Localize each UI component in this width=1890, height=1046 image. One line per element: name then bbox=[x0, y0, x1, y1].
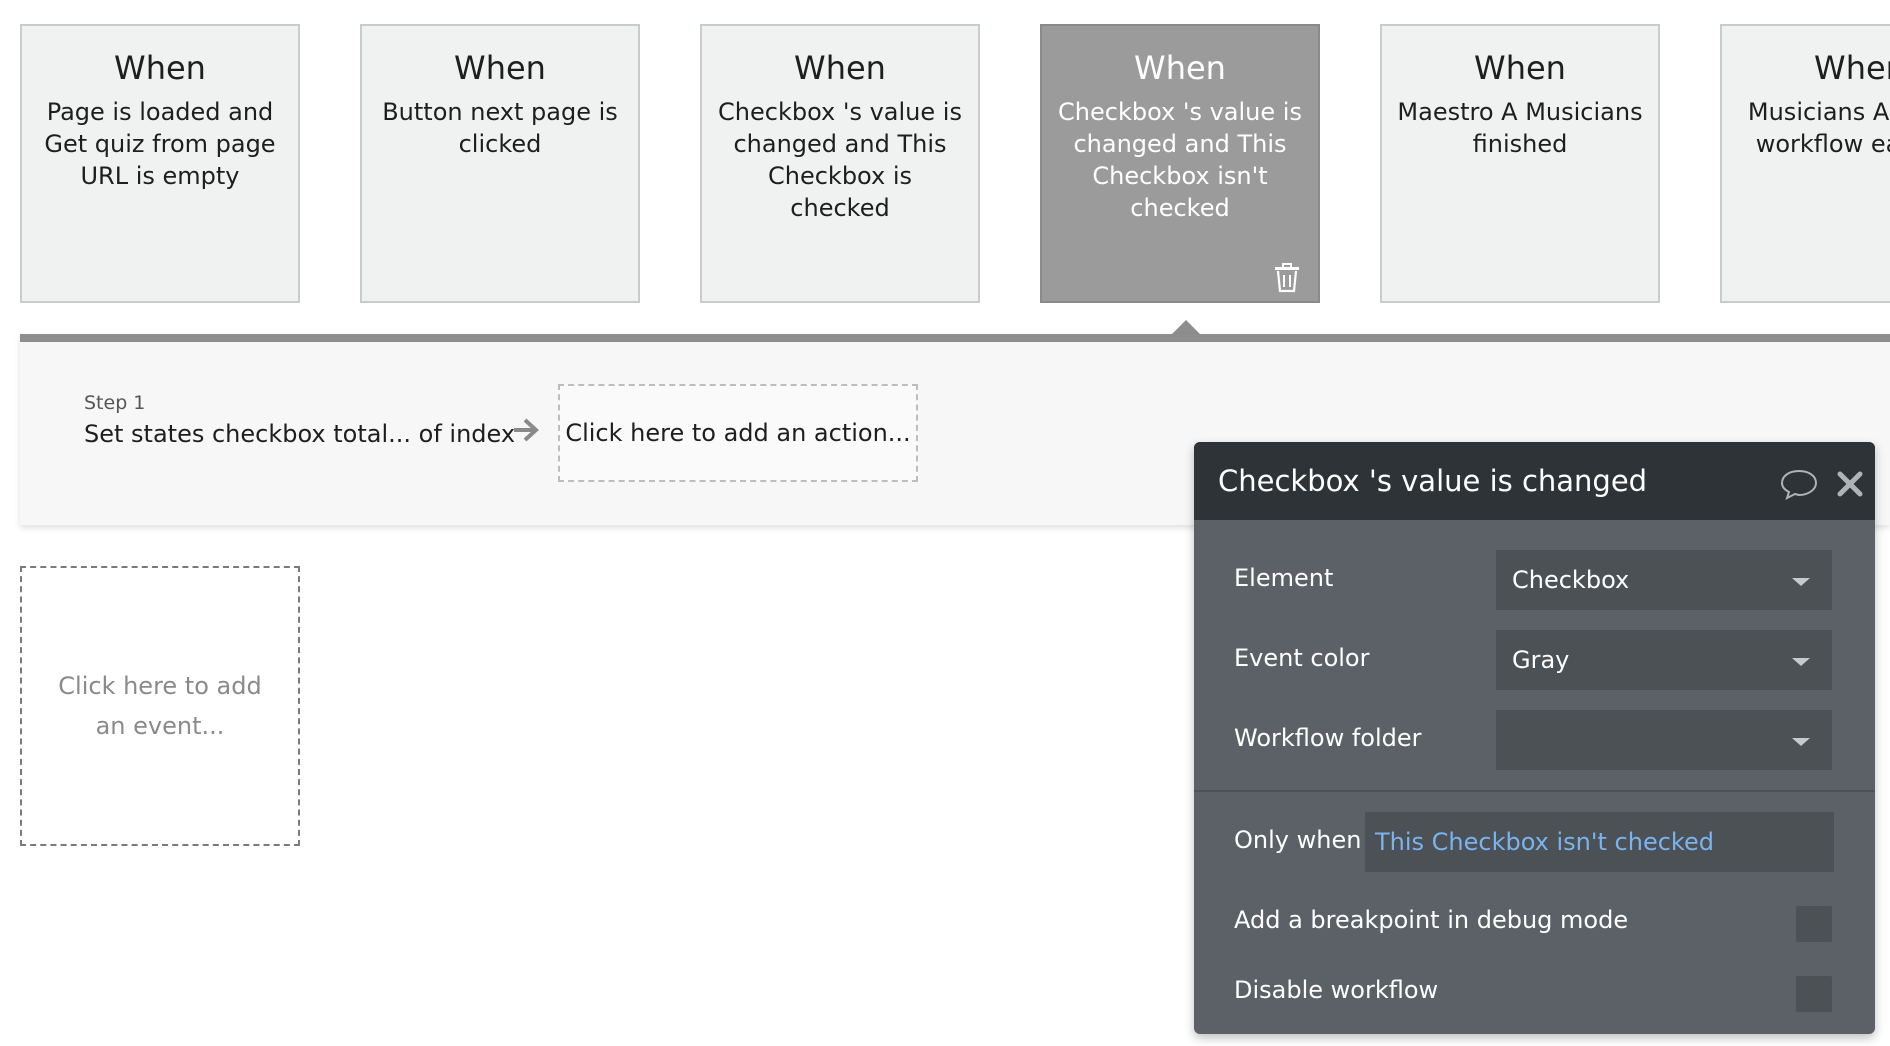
selected-event-pointer bbox=[1171, 320, 1201, 335]
workflow-folder-dropdown[interactable] bbox=[1496, 710, 1832, 770]
event-description: Page is loaded and Get quiz from page UR… bbox=[44, 98, 276, 190]
event-when-label: When bbox=[114, 49, 206, 87]
workflow-editor: When Page is loaded and Get quiz from pa… bbox=[0, 0, 1890, 1046]
comment-icon[interactable] bbox=[1780, 468, 1818, 500]
only-when-label: Only when bbox=[1234, 826, 1362, 854]
chevron-down-icon bbox=[1792, 738, 1810, 746]
disable-workflow-label: Disable workflow bbox=[1234, 976, 1439, 1004]
disable-workflow-checkbox[interactable] bbox=[1796, 976, 1832, 1012]
panel-title: Checkbox 's value is changed bbox=[1218, 464, 1648, 498]
workflow-folder-label: Workflow folder bbox=[1234, 724, 1422, 752]
element-label: Element bbox=[1234, 564, 1334, 592]
step-number-label: Step 1 bbox=[84, 392, 146, 414]
event-card-musicians-workflow[interactable]: When Musicians A W this workflow each ce bbox=[1720, 24, 1890, 303]
event-card-page-loaded[interactable]: When Page is loaded and Get quiz from pa… bbox=[20, 24, 300, 303]
chevron-down-icon bbox=[1792, 658, 1810, 666]
event-when-label: When bbox=[794, 49, 886, 87]
chevron-down-icon bbox=[1792, 578, 1810, 586]
step-action-name: Set states checkbox total... of index bbox=[84, 420, 516, 448]
close-icon[interactable] bbox=[1836, 470, 1864, 498]
event-card-button-next-page[interactable]: When Button next page is clicked bbox=[360, 24, 640, 303]
breakpoint-label: Add a breakpoint in debug mode bbox=[1234, 906, 1629, 934]
element-dropdown[interactable]: Checkbox bbox=[1496, 550, 1832, 610]
event-card-checkbox-unchecked[interactable]: When Checkbox 's value is changed and Th… bbox=[1040, 24, 1320, 303]
event-description: Maestro A Musicians finished bbox=[1397, 98, 1643, 158]
breakpoint-checkbox[interactable] bbox=[1796, 906, 1832, 942]
event-when-label: When bbox=[454, 49, 546, 87]
event-card-maestro-finished[interactable]: When Maestro A Musicians finished bbox=[1380, 24, 1660, 303]
arrow-right-icon bbox=[514, 418, 539, 442]
event-color-label: Event color bbox=[1234, 644, 1370, 672]
action-step-1[interactable]: Step 1 Set states checkbox total... of i… bbox=[84, 392, 515, 448]
event-card-checkbox-checked[interactable]: When Checkbox 's value is changed and Th… bbox=[700, 24, 980, 303]
event-property-panel: Checkbox 's value is changed Element Che… bbox=[1194, 442, 1875, 1034]
add-event-button[interactable]: Click here to add an event... bbox=[20, 566, 300, 846]
event-when-label: When bbox=[1814, 49, 1890, 87]
event-color-value: Gray bbox=[1512, 646, 1570, 674]
panel-divider bbox=[1194, 790, 1875, 792]
event-description: Button next page is clicked bbox=[382, 98, 618, 158]
panel-header: Checkbox 's value is changed bbox=[1194, 442, 1875, 520]
event-description: Musicians A W this workflow each ce bbox=[1747, 98, 1890, 158]
element-dropdown-value: Checkbox bbox=[1512, 566, 1630, 594]
event-color-dropdown[interactable]: Gray bbox=[1496, 630, 1832, 690]
trash-icon[interactable] bbox=[1274, 263, 1300, 293]
event-when-label: When bbox=[1474, 49, 1566, 87]
only-when-condition-field[interactable]: This Checkbox isn't checked bbox=[1365, 812, 1834, 872]
event-description: Checkbox 's value is changed and This Ch… bbox=[1058, 98, 1302, 222]
event-description: Checkbox 's value is changed and This Ch… bbox=[718, 98, 962, 222]
event-when-label: When bbox=[1134, 49, 1226, 87]
add-action-button[interactable]: Click here to add an action... bbox=[558, 384, 918, 482]
